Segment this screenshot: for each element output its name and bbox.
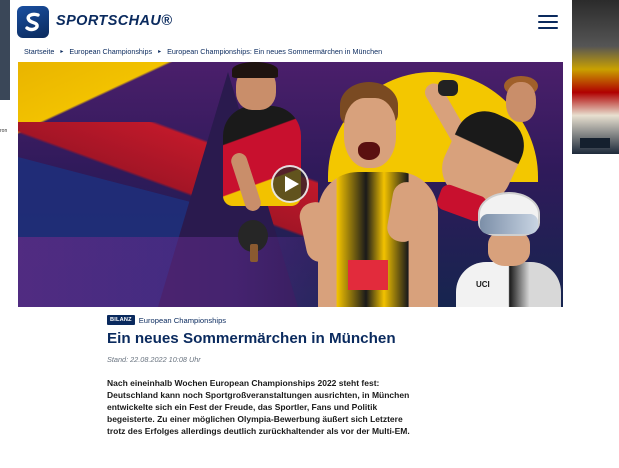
article-kicker: BILANZ European Championships — [107, 315, 226, 325]
site-logo-text[interactable]: SPORTSCHAU® — [56, 13, 172, 29]
hamburger-menu-icon[interactable] — [538, 14, 558, 30]
cyclist-athlete-suit — [456, 262, 561, 307]
article-teaser: Nach eineinhalb Wochen European Champion… — [107, 377, 477, 437]
triangle-right-icon: ▸ — [158, 49, 162, 55]
category-badge: BILANZ — [107, 315, 135, 325]
background-page-fragment-right — [572, 0, 619, 154]
jumper-athlete-head — [506, 82, 536, 122]
play-video-button[interactable] — [271, 165, 309, 203]
teaser-line: trotz des Erfolges allerdings deutlich z… — [107, 426, 410, 436]
table-tennis-athlete-hair — [232, 62, 278, 78]
background-page-fragment-left — [0, 0, 10, 100]
article-card: SPORTSCHAU® Startseite ▸ European Champi… — [10, 0, 572, 468]
teaser-line: entwickelte sich ein Fest der Freude, da… — [107, 402, 378, 412]
sprinter-athlete-bib — [348, 260, 388, 290]
breadcrumb-link-current-article[interactable]: European Championships: Ein neues Sommer… — [167, 47, 382, 56]
table-tennis-paddle-handle — [250, 244, 258, 262]
play-icon — [284, 176, 299, 192]
teaser-line: begeisterte. Zu einer möglichen Olympia-… — [107, 414, 403, 424]
triangle-right-icon: ▸ — [60, 49, 64, 55]
background-fragment-text: ron — [0, 128, 8, 134]
article-headline[interactable]: Ein neues Sommermärchen in München — [107, 330, 396, 347]
cyclist-athlete-visor — [480, 214, 538, 234]
cyclist-uci-label: UCI — [476, 280, 490, 289]
teaser-line: Deutschland kann noch Sportgroßveranstal… — [107, 390, 410, 400]
sprinter-athlete-mouth — [358, 142, 380, 160]
jumper-athlete-shoe — [438, 80, 458, 96]
article-topline: European Championships — [138, 315, 227, 325]
sportschau-logo-icon[interactable] — [17, 6, 49, 38]
article-date: Stand: 22.08.2022 10:08 Uhr — [107, 355, 201, 364]
breadcrumb: Startseite ▸ European Championships ▸ Eu… — [24, 47, 382, 56]
teaser-line: Nach eineinhalb Wochen European Champion… — [107, 378, 380, 388]
hero-video-image[interactable]: UCI — [18, 62, 563, 307]
breadcrumb-link-startseite[interactable]: Startseite — [24, 47, 54, 56]
site-header: SPORTSCHAU® — [10, 3, 572, 41]
breadcrumb-link-european-championships[interactable]: European Championships — [69, 47, 152, 56]
